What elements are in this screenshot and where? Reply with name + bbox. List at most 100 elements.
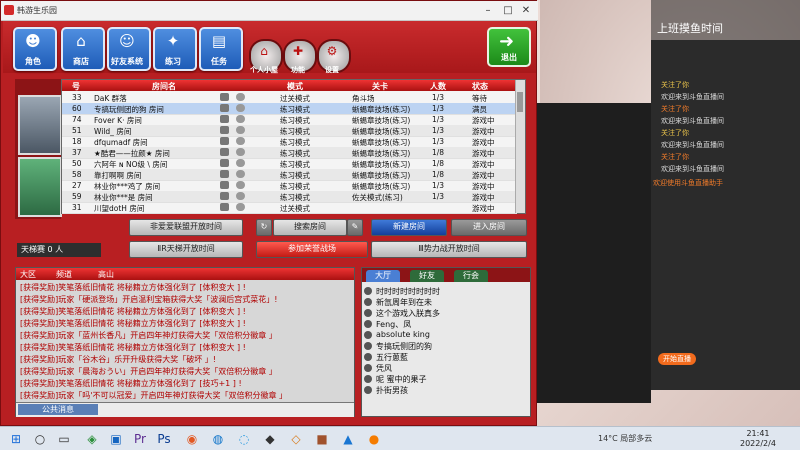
- edit-icon[interactable]: ✎: [347, 219, 363, 236]
- window-titlebar: 韩游生乐园 – □ ✕: [1, 1, 538, 21]
- friend-item[interactable]: 这个游戏入朕真多: [364, 308, 514, 319]
- player-avatar[interactable]: [18, 95, 62, 155]
- search-room-button[interactable]: 搜索房间: [273, 219, 347, 236]
- room-list-scrollbar[interactable]: [515, 80, 525, 213]
- header-map: 关卡: [372, 82, 388, 91]
- friend-item[interactable]: 时时时时时时时时: [364, 286, 514, 297]
- friend-item[interactable]: Feng、凤: [364, 319, 514, 330]
- room-number: 51: [72, 126, 82, 135]
- friends-button[interactable]: ☺ 好友系统: [107, 27, 151, 71]
- gear-icon: [236, 203, 245, 211]
- chat-message: [获得奖励]玩家「谷木谷」乐开升级获得大奖「破坏 」!: [20, 355, 216, 364]
- enter-room-button[interactable]: 进入房间: [451, 219, 527, 236]
- user-icon: [364, 298, 372, 306]
- friend-name: 时时时时时时时时: [376, 287, 440, 296]
- home-button[interactable]: ⌂ 个人小屋: [249, 39, 283, 74]
- premiere-icon[interactable]: Pr: [132, 431, 148, 447]
- minimize-icon[interactable]: –: [481, 4, 495, 18]
- app-icon[interactable]: ◌: [236, 431, 252, 447]
- chat-input-bar[interactable]: 公共消息: [16, 402, 354, 417]
- quest-label: 任务: [211, 57, 227, 66]
- tab-friends[interactable]: 好友: [410, 270, 444, 282]
- pet-avatar[interactable]: [18, 157, 62, 217]
- gun-icon: [220, 181, 229, 189]
- app-icon[interactable]: ◈: [84, 431, 100, 447]
- gear-icon: [236, 181, 245, 189]
- quest-button[interactable]: ▤ 任务: [199, 27, 243, 71]
- faction-war-time-button[interactable]: Ⅲ势力战开放时间: [371, 241, 527, 258]
- app-icon[interactable]: ◇: [288, 431, 304, 447]
- chat-message: [获得奖励]笑笔落纸旧情花 将秘籍立方体强化到了 [体积变大 ] !: [20, 283, 246, 292]
- gun-icon: [220, 115, 229, 123]
- taskbar: ⊞ ○ ▭ ◈ ▣ Pr Ps ◉ ◍ ◌ ◆ ◇ ■ ▲ ● 14°C 局部多…: [0, 426, 800, 450]
- room-list-table: 号 房间名 模式 关卡 人数 状态 33 DaK 群落 过关模式 角斗场 1/3 等待 60…: [61, 79, 526, 214]
- gun-icon: [220, 203, 229, 211]
- room-number: 50: [72, 159, 82, 168]
- friend-tabs: 大厅 好友 行会: [362, 268, 530, 282]
- app-icon[interactable]: ▣: [108, 431, 124, 447]
- friend-item[interactable]: 五行蔥藍: [364, 352, 514, 363]
- clock-date: 2022/2/4: [740, 439, 776, 448]
- game-icon[interactable]: ■: [314, 431, 330, 447]
- friend-name: 新氙周年到在未: [376, 298, 432, 307]
- table-row[interactable]: 31 川望dotH 房间 过关模式 游戏中: [62, 202, 517, 214]
- function-button[interactable]: ✚ 功能: [283, 39, 317, 74]
- friend-item[interactable]: 呢 蜜中的果子: [364, 374, 514, 385]
- room-number: 58: [72, 170, 82, 179]
- friend-item[interactable]: 扑街男孩: [364, 385, 514, 396]
- header-status: 状态: [472, 82, 488, 91]
- edge-icon[interactable]: ◍: [210, 431, 226, 447]
- tab-channel[interactable]: 频道: [56, 269, 72, 280]
- tab-region[interactable]: 大区: [20, 269, 36, 280]
- app-icon[interactable]: ●: [366, 431, 382, 447]
- house-icon: ⌂: [260, 44, 268, 58]
- room-players: 1/8: [432, 148, 445, 157]
- friend-item[interactable]: absolute king: [364, 330, 514, 341]
- gun-icon: [220, 192, 229, 200]
- user-icon: [364, 331, 372, 339]
- ladder-open-time-button[interactable]: ⅡR天梯开放时间: [129, 241, 243, 258]
- tab-lobby[interactable]: 大厅: [366, 270, 400, 282]
- chat-message: [获得奖励]玩家「蓝州长香凡」开启四年神灯获得大奖「双倍积分徽章 」: [20, 331, 277, 340]
- exit-button[interactable]: ➜ 退出: [487, 27, 531, 67]
- scroll-thumb[interactable]: [517, 92, 523, 112]
- search-icon[interactable]: ○: [32, 431, 48, 447]
- app-icon[interactable]: ◉: [184, 431, 200, 447]
- friend-name: 五行蔥藍: [376, 353, 408, 362]
- app-icon[interactable]: ◆: [262, 431, 278, 447]
- gear-icon: ⚙: [326, 44, 338, 58]
- photoshop-icon[interactable]: Ps: [156, 431, 172, 447]
- tab-gaoshan[interactable]: 高山: [98, 269, 114, 280]
- role-button[interactable]: ☻ 角色: [13, 27, 57, 71]
- stream-assistant-panel[interactable]: 关注了你 欢迎来到斗鱼直播间 关注了你 欢迎来到斗鱼直播间 关注了你 欢迎来到斗…: [651, 40, 800, 390]
- room-number: 37: [72, 148, 82, 157]
- friend-item[interactable]: 专搞玩侧团的狗: [364, 341, 514, 352]
- friend-item[interactable]: 凭风: [364, 363, 514, 374]
- friend-item[interactable]: 新氙周年到在未: [364, 297, 514, 308]
- room-players: 1/3: [432, 126, 445, 135]
- windows-start-icon[interactable]: ⊞: [8, 431, 24, 447]
- gear-icon: [236, 159, 245, 167]
- refresh-icon[interactable]: ↻: [256, 219, 272, 236]
- stream-title: 上班摸鱼时间: [657, 22, 723, 35]
- close-icon[interactable]: ✕: [519, 4, 533, 18]
- cart-icon: ⌂: [76, 32, 86, 50]
- settings-label: 设置: [325, 66, 339, 74]
- maximize-icon[interactable]: □: [501, 4, 515, 18]
- practice-button[interactable]: ✦ 练习: [153, 27, 197, 71]
- chat-channel-select[interactable]: 公共消息: [18, 404, 98, 415]
- gear-icon: [236, 126, 245, 134]
- taskview-icon[interactable]: ▭: [56, 431, 72, 447]
- start-live-button[interactable]: 开始直播: [658, 353, 696, 365]
- shop-button[interactable]: ⌂ 商店: [61, 27, 105, 71]
- create-room-button[interactable]: 新建房间: [371, 219, 447, 236]
- alliance-open-time-button[interactable]: 非爱爱联盟开放时间: [129, 219, 243, 236]
- room-number: 18: [72, 137, 82, 146]
- tab-guild[interactable]: 行会: [454, 270, 488, 282]
- weather: 14°C 局部多云: [598, 434, 653, 443]
- join-honor-battle-button[interactable]: 参加荣誉战场: [256, 241, 368, 258]
- settings-button[interactable]: ⚙ 设置: [317, 39, 351, 74]
- friends-icon: ☺: [119, 32, 135, 50]
- header-number: 号: [72, 82, 80, 91]
- app-icon[interactable]: ▲: [340, 431, 356, 447]
